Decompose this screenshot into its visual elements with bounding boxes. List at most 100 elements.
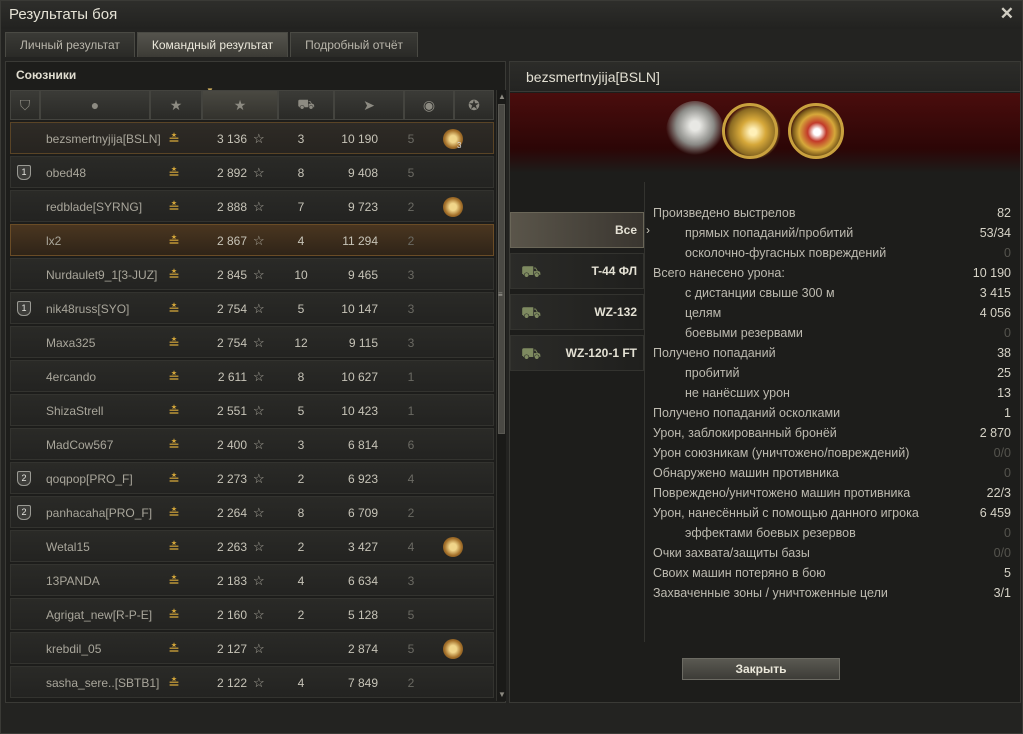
table-row[interactable]: sasha_sere..[SBTB1] ≛ 2 122 ☆ 4 7 849 2 bbox=[10, 666, 494, 698]
player-name: lx2 bbox=[46, 234, 62, 248]
stat-value: 1 bbox=[1004, 406, 1011, 420]
vehicle-tab[interactable]: ⛟ T-44 ФЛ bbox=[510, 253, 644, 289]
table-row[interactable]: 1 obed48 ≛ 2 892 ☆ 8 9 408 5 bbox=[10, 156, 494, 188]
tab-personal-result[interactable]: Личный результат bbox=[5, 32, 135, 57]
stat-label: целям bbox=[685, 306, 722, 320]
xp-star-icon: ☆ bbox=[253, 267, 265, 282]
xp-star-icon: ☆ bbox=[253, 369, 265, 384]
table-row[interactable]: lx2 ≛ 2 867 ☆ 4 11 294 2 bbox=[10, 224, 494, 256]
rank-chevron-icon: ≛ bbox=[168, 335, 180, 351]
table-row[interactable]: Wetal15 ≛ 2 263 ☆ 2 3 427 4 bbox=[10, 530, 494, 562]
vehicle-tab[interactable]: ⛟ WZ-132 bbox=[510, 294, 644, 330]
kills-value: 10 bbox=[294, 268, 308, 282]
table-row[interactable]: ShizaStrell ≛ 2 551 ☆ 5 10 423 1 bbox=[10, 394, 494, 426]
capture-value: 5 bbox=[407, 608, 415, 622]
scroll-down-icon[interactable]: ▼ bbox=[498, 690, 506, 699]
table-row[interactable]: bezsmertnyjija[BSLN] ≛ 3 136 ☆ 3 10 190 5 3 bbox=[10, 122, 494, 154]
player-name: Wetal15 bbox=[46, 540, 90, 554]
xp-star-icon: ☆ bbox=[253, 335, 265, 350]
rank-chevron-icon: ≛ bbox=[168, 471, 180, 487]
stat-value: 22/3 bbox=[986, 486, 1011, 500]
damage-value: 9 723 bbox=[347, 200, 378, 214]
frags-column-icon[interactable]: ⛟ bbox=[278, 90, 334, 120]
rank-column-icon[interactable]: ★ bbox=[150, 90, 202, 120]
table-row[interactable]: 2 qoqpop[PRO_F] ≛ 2 273 ☆ 2 6 923 4 bbox=[10, 462, 494, 494]
vehicle-tab[interactable]: ⛟ WZ-120-1 FT bbox=[510, 335, 644, 371]
stat-value: 82 bbox=[997, 206, 1011, 220]
xp-column-icon[interactable]: ★ bbox=[202, 90, 278, 120]
stat-label: Получено попаданий bbox=[653, 346, 776, 360]
rank-chevron-icon: ≛ bbox=[168, 267, 180, 283]
stat-value: 3/1 bbox=[993, 586, 1011, 600]
damage-value: 9 465 bbox=[347, 268, 378, 282]
kills-value: 8 bbox=[297, 506, 305, 520]
stat-label: Произведено выстрелов bbox=[653, 206, 796, 220]
player-name: bezsmertnyjija[BSLN] bbox=[526, 69, 660, 85]
player-detail-panel: bezsmertnyjija[BSLN] Все › ⛟ T-44 ФЛ ⛟ WZ-132… bbox=[509, 61, 1021, 703]
capture-value: 4 bbox=[407, 472, 415, 486]
achievement-medal-icon[interactable] bbox=[666, 101, 724, 163]
stat-label: Захваченные зоны / уничтоженные цели bbox=[653, 586, 888, 600]
table-row[interactable]: 2 panhacaha[PRO_F] ≛ 2 264 ☆ 8 6 709 2 bbox=[10, 496, 494, 528]
medal-icon[interactable] bbox=[443, 537, 463, 557]
stat-label: с дистанции свыше 300 м bbox=[685, 286, 835, 300]
player-name: redblade[SYRNG] bbox=[46, 200, 143, 214]
damage-value: 6 634 bbox=[347, 574, 378, 588]
damage-value: 3 427 bbox=[347, 540, 378, 554]
table-row[interactable]: Maxa325 ≛ 2 754 ☆ 12 9 115 3 bbox=[10, 326, 494, 358]
stats-list: Произведено выстрелов 82 прямых попаданий/… bbox=[653, 204, 1011, 604]
close-icon[interactable]: ✕ bbox=[1000, 4, 1014, 24]
stat-row: с дистанции свыше 300 м 3 415 bbox=[653, 284, 1011, 304]
stat-label: Своих машин потеряно в бою bbox=[653, 566, 826, 580]
table-row[interactable]: 4ercando ≛ 2 611 ☆ 8 10 627 1 bbox=[10, 360, 494, 392]
stat-label: Очки захвата/защиты базы bbox=[653, 546, 810, 560]
title-bar: Результаты боя ✕ bbox=[1, 1, 1022, 29]
battle-results-window: Результаты боя ✕ Личный результат Команд… bbox=[0, 0, 1023, 734]
tab-detailed-report[interactable]: Подробный отчёт bbox=[290, 32, 419, 57]
stat-value: 53/34 bbox=[979, 226, 1011, 240]
player-name: MadCow567 bbox=[46, 438, 114, 452]
close-button[interactable]: Закрыть bbox=[682, 658, 840, 680]
stat-row: Урон, нанесённый с помощью данного игрок… bbox=[653, 504, 1011, 524]
player-name: Maxa325 bbox=[46, 336, 96, 350]
stat-value: 0 bbox=[1004, 246, 1011, 260]
platoon-badge-icon: 2 bbox=[17, 471, 31, 486]
vehicle-list: Все › ⛟ T-44 ФЛ ⛟ WZ-132 ⛟ WZ-120-1 FT bbox=[510, 212, 650, 376]
player-name: bezsmertnyjija[BSLN] bbox=[46, 132, 161, 146]
xp-value: 2 122 bbox=[216, 676, 247, 690]
stat-value: 10 190 bbox=[972, 266, 1011, 280]
xp-star-icon: ☆ bbox=[253, 641, 265, 656]
xp-value: 2 127 bbox=[216, 642, 247, 656]
medal-icon[interactable] bbox=[443, 639, 463, 659]
capture-value: 2 bbox=[407, 234, 415, 248]
table-row[interactable]: krebdil_05 ≛ 2 127 ☆ 2 874 5 bbox=[10, 632, 494, 664]
stat-value: 2 870 bbox=[979, 426, 1011, 440]
table-row[interactable]: 13PANDA ≛ 2 183 ☆ 4 6 634 3 bbox=[10, 564, 494, 596]
capture-value: 3 bbox=[407, 302, 415, 316]
stat-row: Получено попаданий осколками 1 bbox=[653, 404, 1011, 424]
allies-scrollbar[interactable]: ▲ ≡ ▼ bbox=[496, 90, 506, 701]
damage-column-icon[interactable]: ➤ bbox=[334, 90, 404, 120]
scroll-up-icon[interactable]: ▲ bbox=[498, 92, 506, 101]
platoon-column-icon[interactable]: ⛉ bbox=[10, 90, 40, 120]
table-row[interactable]: redblade[SYRNG] ≛ 2 888 ☆ 7 9 723 2 bbox=[10, 190, 494, 222]
tab-team-result[interactable]: Командный результат bbox=[136, 32, 289, 57]
table-row[interactable]: 1 nik48russ[SYO] ≛ 2 754 ☆ 5 10 147 3 bbox=[10, 292, 494, 324]
scroll-thumb[interactable] bbox=[498, 104, 505, 434]
table-row[interactable]: Agrigat_new[R-P-E] ≛ 2 160 ☆ 2 5 128 5 bbox=[10, 598, 494, 630]
stat-row: Своих машин потеряно в бою 5 bbox=[653, 564, 1011, 584]
table-row[interactable]: MadCow567 ≛ 2 400 ☆ 3 6 814 6 bbox=[10, 428, 494, 460]
stat-value: 0 bbox=[1004, 526, 1011, 540]
capture-column-icon[interactable]: ◉ bbox=[404, 90, 454, 120]
table-row[interactable]: Nurdaulet9_1[3-JUZ] ≛ 2 845 ☆ 10 9 465 3 bbox=[10, 258, 494, 290]
vehicle-tab[interactable]: Все › bbox=[510, 212, 650, 248]
achievement-ring-decor bbox=[722, 103, 778, 159]
player-name: krebdil_05 bbox=[46, 642, 102, 656]
stat-row: Получено попаданий 38 bbox=[653, 344, 1011, 364]
medal-icon[interactable] bbox=[443, 197, 463, 217]
xp-star-icon: ☆ bbox=[253, 573, 265, 588]
stat-label: Получено попаданий осколками bbox=[653, 406, 841, 420]
player-column-icon[interactable]: ● bbox=[40, 90, 150, 120]
medal-column-icon[interactable]: ✪ bbox=[454, 90, 494, 120]
xp-value: 2 611 bbox=[217, 370, 247, 384]
